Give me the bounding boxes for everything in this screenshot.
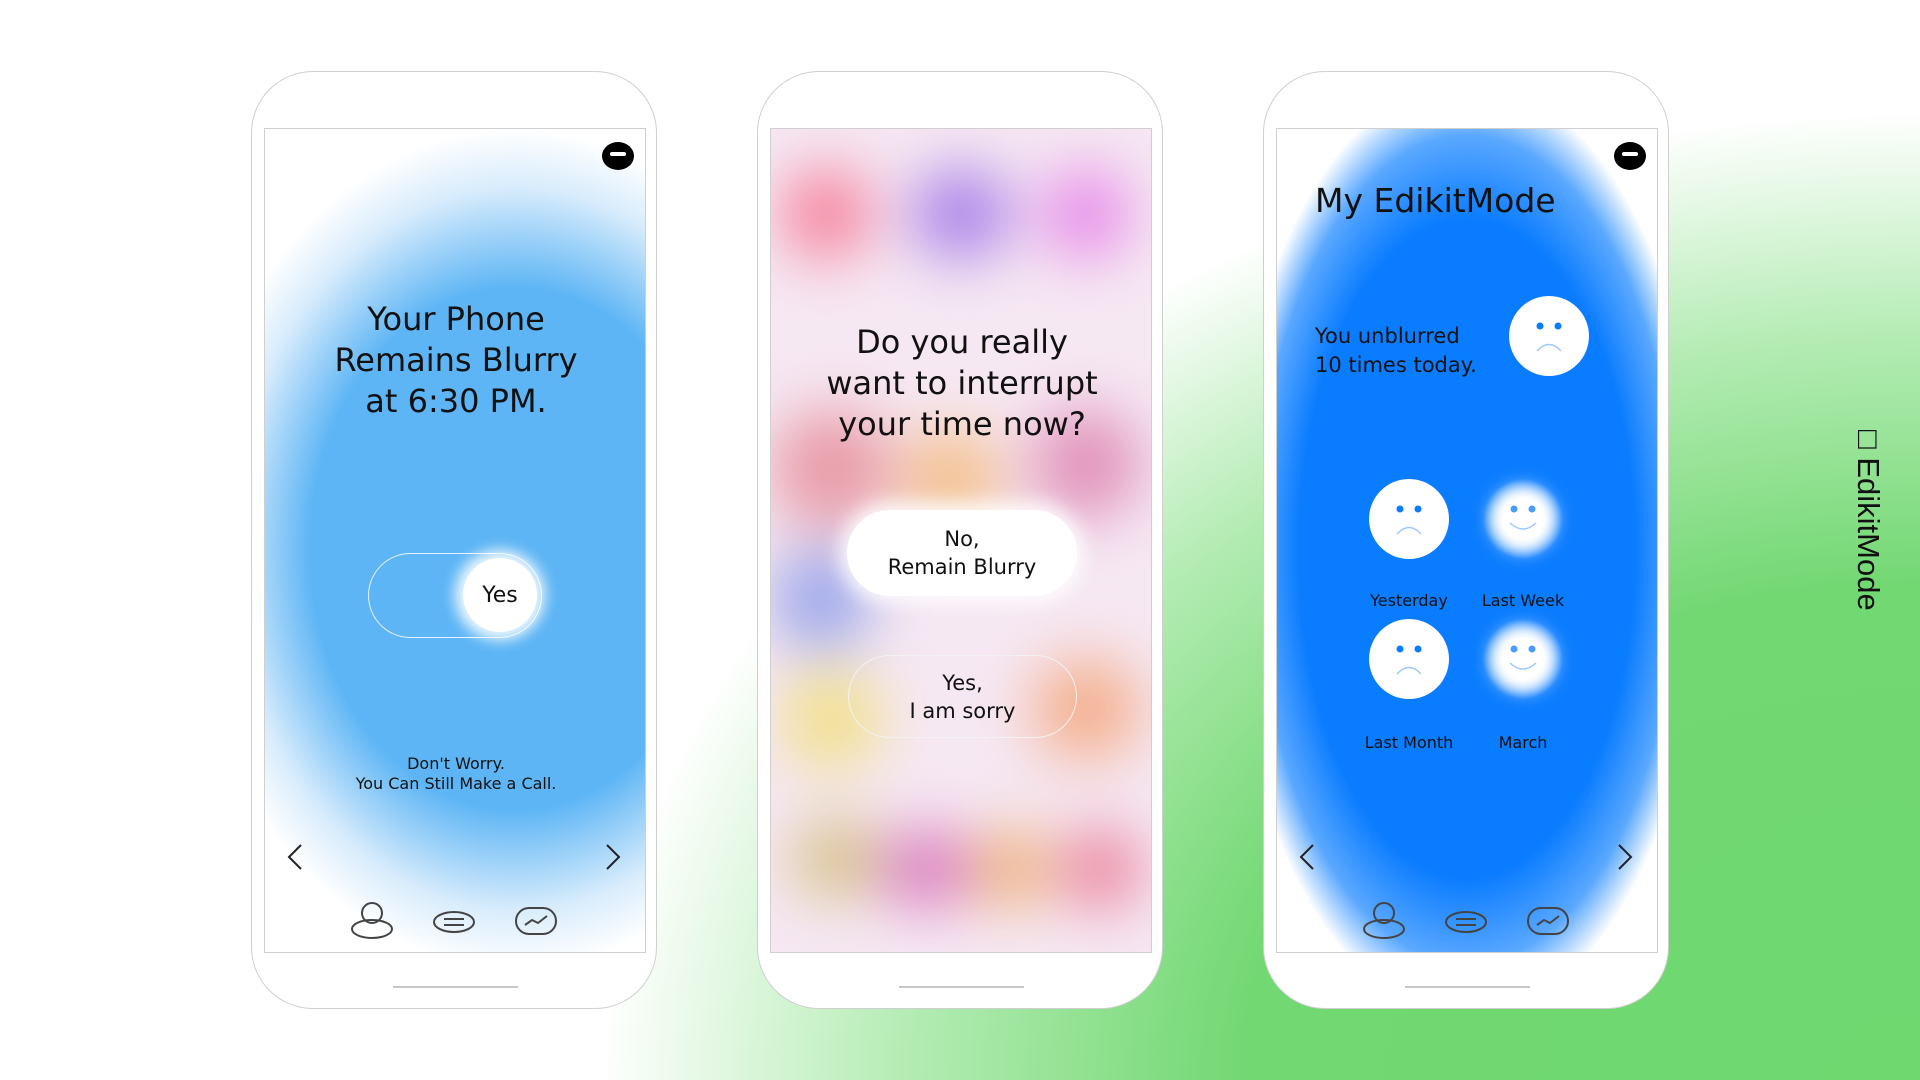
remain-blurry-button[interactable]: No, Remain Blurry	[847, 510, 1077, 596]
history-label: Yesterday	[1370, 591, 1448, 610]
home-indicator	[899, 986, 1024, 988]
footer-line: Don't Worry.	[407, 754, 505, 773]
history-label: March	[1498, 733, 1548, 752]
edikit-logo	[1614, 142, 1646, 170]
sad-face-icon	[1369, 479, 1449, 559]
screen: Your Phone Remains Blurry at 6:30 PM. Ye…	[264, 128, 646, 953]
happy-face-icon	[1483, 479, 1563, 559]
title-line: Remains Blurry	[334, 341, 578, 379]
button-line: Yes,	[942, 671, 983, 695]
screen: My EdikitMode You unblurred 10 times tod…	[1276, 128, 1658, 953]
chart-icon[interactable]	[1525, 900, 1571, 940]
edikit-logo	[602, 142, 634, 170]
message-icon[interactable]	[431, 900, 477, 940]
history-label: Last Month	[1364, 733, 1454, 752]
screen: Do you really want to interrupt your tim…	[770, 128, 1152, 953]
title-line: at 6:30 PM.	[365, 382, 547, 420]
home-indicator	[1405, 986, 1530, 988]
button-line: No,	[944, 527, 980, 551]
chevron-right-icon[interactable]	[1613, 842, 1637, 872]
button-line: I am sorry	[909, 699, 1016, 723]
message-icon[interactable]	[1443, 900, 1489, 940]
footer-note: Don't Worry. You Can Still Make a Call.	[265, 754, 645, 794]
history-label: Last Week	[1481, 591, 1565, 610]
screen-title: Your Phone Remains Blurry at 6:30 PM.	[265, 299, 645, 422]
side-brand-label: □ EdikitMode	[1851, 430, 1886, 611]
phone-blurry-schedule: Your Phone Remains Blurry at 6:30 PM. Ye…	[251, 71, 657, 1009]
page-title: My EdikitMode	[1315, 181, 1556, 220]
chevron-left-icon[interactable]	[1295, 842, 1319, 872]
phone-interrupt-confirm: Do you really want to interrupt your tim…	[757, 71, 1163, 1009]
question-line: want to interrupt	[826, 364, 1098, 402]
question-line: your time now?	[838, 405, 1086, 443]
blur-toggle[interactable]: Yes	[368, 553, 542, 638]
question-text: Do you really want to interrupt your tim…	[771, 322, 1151, 445]
question-line: Do you really	[856, 323, 1068, 361]
footer-line: You Can Still Make a Call.	[355, 774, 557, 793]
button-line: Remain Blurry	[887, 555, 1037, 579]
unblur-summary: You unblurred 10 times today.	[1315, 322, 1477, 380]
home-indicator	[393, 986, 518, 988]
summary-line: 10 times today.	[1315, 353, 1477, 377]
sad-face-icon	[1509, 296, 1589, 376]
chevron-left-icon[interactable]	[283, 842, 307, 872]
profile-icon[interactable]	[349, 900, 395, 940]
interrupt-yes-button[interactable]: Yes, I am sorry	[848, 655, 1077, 738]
chart-icon[interactable]	[513, 900, 559, 940]
happy-face-icon	[1483, 619, 1563, 699]
phone-my-edikitmode: My EdikitMode You unblurred 10 times tod…	[1263, 71, 1669, 1009]
profile-icon[interactable]	[1361, 900, 1407, 940]
sad-face-icon	[1369, 619, 1449, 699]
chevron-right-icon[interactable]	[601, 842, 625, 872]
summary-line: You unblurred	[1315, 324, 1460, 348]
title-line: Your Phone	[367, 300, 545, 338]
toggle-knob[interactable]: Yes	[463, 558, 537, 632]
